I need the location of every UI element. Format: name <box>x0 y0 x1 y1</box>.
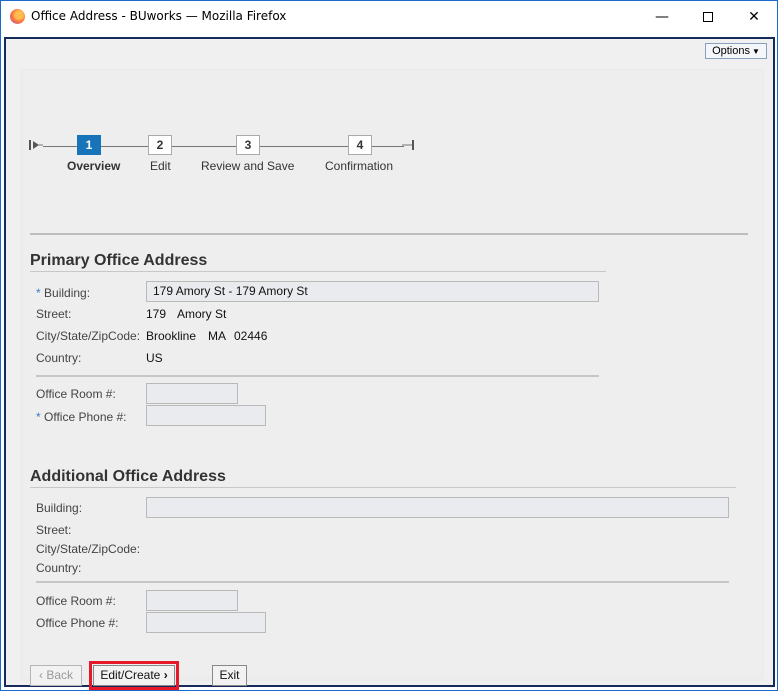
additional-office-room-label: Office Room #: <box>36 594 116 608</box>
back-button[interactable]: ‹ Back <box>30 665 82 686</box>
train-connector <box>372 146 404 147</box>
close-icon: ✕ <box>748 8 760 25</box>
back-button-label: Back <box>46 668 74 682</box>
chevron-left-icon: ‹ <box>38 668 43 682</box>
country-label: Country: <box>36 351 82 365</box>
step-label-review: Review and Save <box>201 159 295 173</box>
office-room-label: Office Room #: <box>36 387 116 401</box>
country-value: US <box>146 351 163 365</box>
step-4-confirmation[interactable]: 4 <box>348 135 372 155</box>
title-bar: Office Address - BUworks — Mozilla Firef… <box>1 1 777 32</box>
street-name: Amory St <box>177 307 227 321</box>
page-content: Options ▼ 1 2 3 4 Overview Edit Review a… <box>4 37 775 690</box>
step-1-overview[interactable]: 1 <box>77 135 101 155</box>
edit-create-label: Edit/Create <box>100 668 161 682</box>
office-phone-label: * Office Phone #: <box>36 410 127 424</box>
zip-value: 02446 <box>234 329 268 343</box>
train-connector <box>172 146 236 147</box>
chevron-right-icon: › <box>163 668 168 682</box>
maximize-button[interactable] <box>685 1 731 32</box>
window-title: Office Address - BUworks — Mozilla Firef… <box>31 9 287 23</box>
additional-street-label: Street: <box>36 523 72 537</box>
city-state-zip-label: City/State/ZipCode: <box>36 329 141 343</box>
step-3-review[interactable]: 3 <box>236 135 260 155</box>
city-value: Brookline <box>146 329 197 343</box>
step-label-confirmation: Confirmation <box>325 159 394 173</box>
browser-window: Office Address - BUworks — Mozilla Firef… <box>0 0 778 691</box>
additional-section-title: Additional Office Address <box>30 468 226 485</box>
chevron-down-icon: ▼ <box>752 47 760 56</box>
step-label-overview: Overview <box>67 159 121 173</box>
additional-city-state-zip-label: City/State/ZipCode: <box>36 542 141 556</box>
building-label-text: Building: <box>44 286 91 300</box>
required-marker: * <box>36 286 41 300</box>
step-2-edit[interactable]: 2 <box>148 135 172 155</box>
additional-building-label: Building: <box>36 501 83 515</box>
building-label: * Building: <box>36 286 90 300</box>
street-number: 179 <box>146 307 167 321</box>
divider <box>30 487 736 488</box>
step-label-edit: Edit <box>150 159 171 173</box>
street-label: Street: <box>36 307 72 321</box>
divider <box>30 233 748 235</box>
office-phone-label-text: Office Phone #: <box>44 410 127 424</box>
options-button[interactable]: Options ▼ <box>705 43 767 59</box>
edit-create-button[interactable]: Edit/Create › <box>93 665 175 686</box>
additional-office-phone-label: Office Phone #: <box>36 616 119 630</box>
form-panel: 1 2 3 4 Overview Edit Review and Save Co… <box>20 69 764 690</box>
train-connector <box>260 146 348 147</box>
train-end-icon <box>402 140 414 150</box>
train-start-icon <box>29 140 43 150</box>
state-value: MA <box>208 329 226 343</box>
close-window-button[interactable]: ✕ <box>731 1 777 32</box>
maximize-icon <box>703 11 713 22</box>
building-field[interactable]: 179 Amory St - 179 Amory St <box>146 281 599 302</box>
additional-building-field[interactable] <box>146 497 729 518</box>
train-connector <box>101 146 148 147</box>
required-marker: * <box>36 410 41 424</box>
office-phone-field[interactable] <box>146 405 266 426</box>
office-room-field[interactable] <box>146 383 238 404</box>
primary-section-title: Primary Office Address <box>30 252 208 269</box>
minimize-icon: — <box>655 8 669 25</box>
additional-country-label: Country: <box>36 561 82 575</box>
exit-button[interactable]: Exit <box>212 665 247 686</box>
divider <box>36 375 599 377</box>
minimize-button[interactable]: — <box>639 1 685 32</box>
divider <box>30 271 606 272</box>
additional-office-phone-field[interactable] <box>146 612 266 633</box>
divider <box>36 581 729 583</box>
options-label: Options <box>712 45 750 57</box>
additional-office-room-field[interactable] <box>146 590 238 611</box>
train-connector <box>43 146 77 147</box>
firefox-icon <box>10 9 25 24</box>
